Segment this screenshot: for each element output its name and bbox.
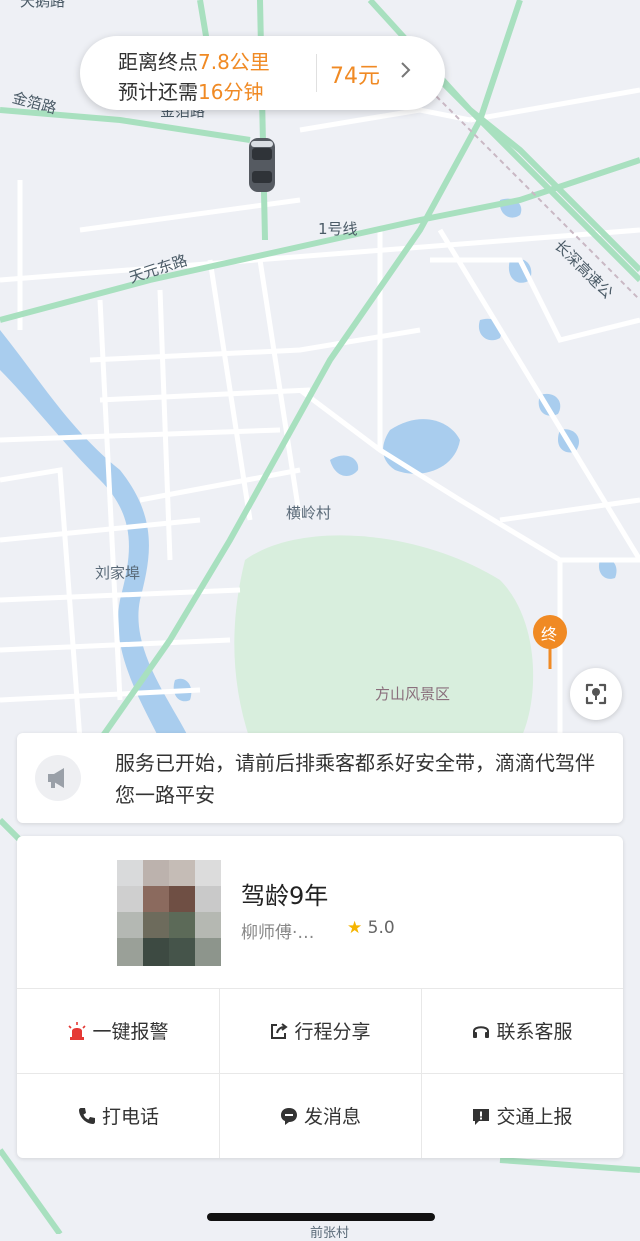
locate-button[interactable] [570, 668, 622, 720]
distance-value: 7.8公里 [198, 50, 270, 74]
call-button[interactable]: 打电话 [17, 1073, 219, 1158]
siren-icon [68, 1021, 87, 1040]
action-grid: 一键报警 行程分享 联系客服 打电话 发消息 交通上报 [17, 988, 623, 1158]
map-label-bottom: 前张村 [310, 1226, 350, 1241]
chat-bubble-icon [280, 1107, 297, 1125]
trip-summary-pill[interactable]: 距离终点7.8公里 预计还需16分钟 74元 [80, 36, 445, 110]
alarm-button[interactable]: 一键报警 [17, 988, 219, 1073]
map-label-liujiahan: 刘家埠 [95, 564, 141, 582]
trip-price[interactable]: 74元 [330, 58, 380, 90]
call-label: 打电话 [101, 1106, 159, 1128]
time-prefix: 预计还需 [118, 80, 198, 104]
locate-icon [585, 683, 607, 705]
alarm-label: 一键报警 [92, 1021, 169, 1043]
home-indicator[interactable] [207, 1213, 435, 1221]
chevron-right-icon[interactable] [400, 60, 412, 85]
contact-service-button[interactable]: 联系客服 [421, 988, 623, 1073]
time-value: 16分钟 [198, 80, 264, 104]
destination-marker-label: 终 [541, 625, 558, 644]
message-button[interactable]: 发消息 [219, 1073, 421, 1158]
time-line: 预计还需16分钟 [118, 76, 263, 105]
map-label-fangshan: 方山风景区 [375, 685, 451, 703]
traffic-report-label: 交通上报 [496, 1106, 573, 1128]
report-icon [473, 1108, 490, 1125]
driver-name: 柳师傅·… [241, 923, 315, 943]
share-trip-button[interactable]: 行程分享 [219, 988, 421, 1073]
driver-avatar[interactable] [117, 860, 221, 966]
phone-icon [78, 1107, 95, 1124]
megaphone-icon [35, 755, 81, 801]
distance-prefix: 距离终点 [118, 50, 198, 74]
driver-rating: ★ 5.0 [347, 918, 395, 938]
driver-experience: 驾龄9年 [241, 882, 329, 910]
pill-divider [316, 54, 317, 92]
contact-service-label: 联系客服 [496, 1021, 573, 1043]
headset-icon [473, 1025, 490, 1038]
driver-rating-value: 5.0 [367, 918, 395, 938]
share-trip-label: 行程分享 [294, 1021, 371, 1043]
star-icon: ★ [347, 918, 363, 938]
driver-card: 驾龄9年 柳师傅·… ★ 5.0 一键报警 行程分享 联系客服 打电话 发消息 … [17, 836, 623, 1158]
distance-line: 距离终点7.8公里 [118, 46, 270, 75]
share-icon [271, 1022, 289, 1039]
destination-marker[interactable]: 终 [531, 614, 569, 676]
safety-notice-text: 服务已开始，请前后排乘客都系好安全带，滴滴代驾伴您一路平安 [115, 751, 595, 807]
traffic-report-button[interactable]: 交通上报 [421, 1073, 623, 1158]
car-icon [249, 138, 275, 192]
map-label-line1: 1号线 [318, 220, 358, 238]
map-label-henglingcun: 横岭村 [286, 504, 332, 522]
safety-notice: 服务已开始，请前后排乘客都系好安全带，滴滴代驾伴您一路平安 [17, 733, 623, 823]
map-label-top-left: 天鹅路 [20, 0, 66, 10]
message-label: 发消息 [303, 1106, 361, 1128]
